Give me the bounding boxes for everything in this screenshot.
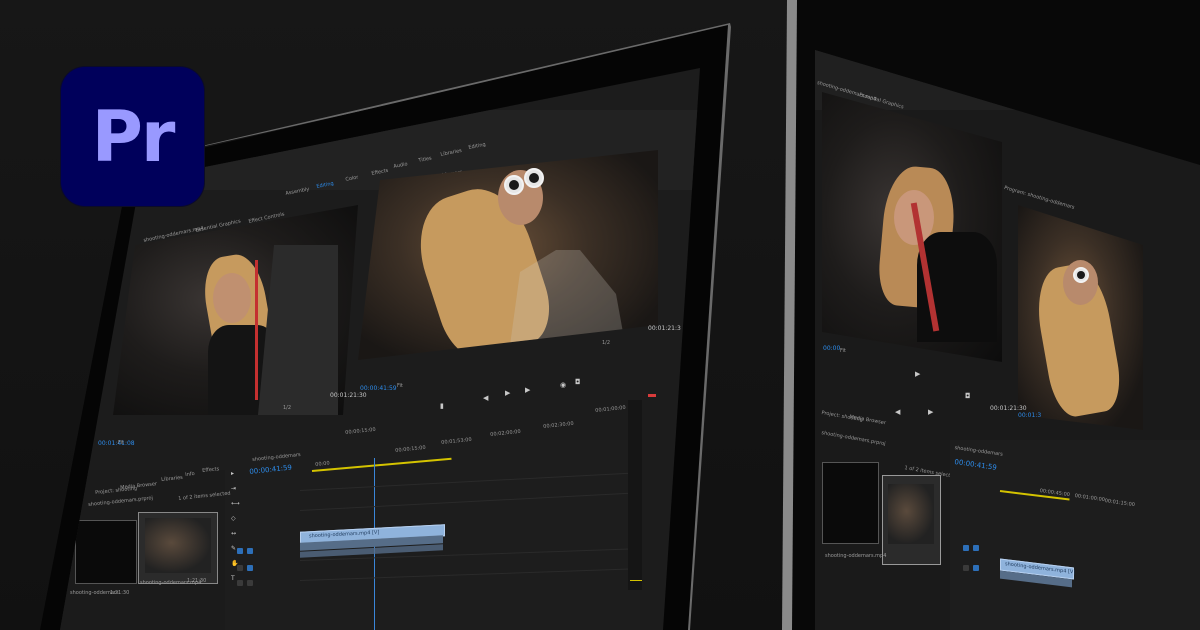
right-track-v1-target[interactable] — [963, 545, 969, 551]
premiere-pro-logo: Pr — [61, 67, 204, 206]
right-media-browser-tab[interactable]: Media Browser — [849, 414, 886, 426]
right-track-a1-target[interactable] — [963, 565, 969, 571]
right-step-back-icon[interactable]: ◀ — [895, 408, 900, 416]
right-track-v1-toggle[interactable] — [973, 545, 979, 551]
logo-text: Pr — [91, 95, 176, 178]
right-fit-label[interactable]: Fit — [840, 348, 846, 354]
right-clip-name: shooting-oddemars.mp4 — [825, 553, 887, 559]
right-play-icon[interactable]: ▶ — [915, 370, 920, 378]
right-source-video — [822, 92, 1002, 362]
right-sequence-thumbnail[interactable] — [822, 462, 879, 544]
right-camera-icon[interactable]: ◘ — [965, 392, 971, 400]
right-source-timecode: 00:00 — [823, 345, 841, 352]
right-clip-thumbnail-image — [888, 484, 934, 544]
right-track-a1-toggle[interactable] — [973, 565, 979, 571]
right-step-forward-icon[interactable]: ▶ — [928, 408, 933, 416]
right-clip-thumbnail[interactable] — [882, 475, 941, 565]
right-project-name: shooting-oddemars.prproj — [820, 430, 886, 448]
right-program-timecode: 00:01:21:30 — [990, 405, 1027, 412]
right-program-timecode-2: 00:01:3 — [1018, 412, 1042, 419]
